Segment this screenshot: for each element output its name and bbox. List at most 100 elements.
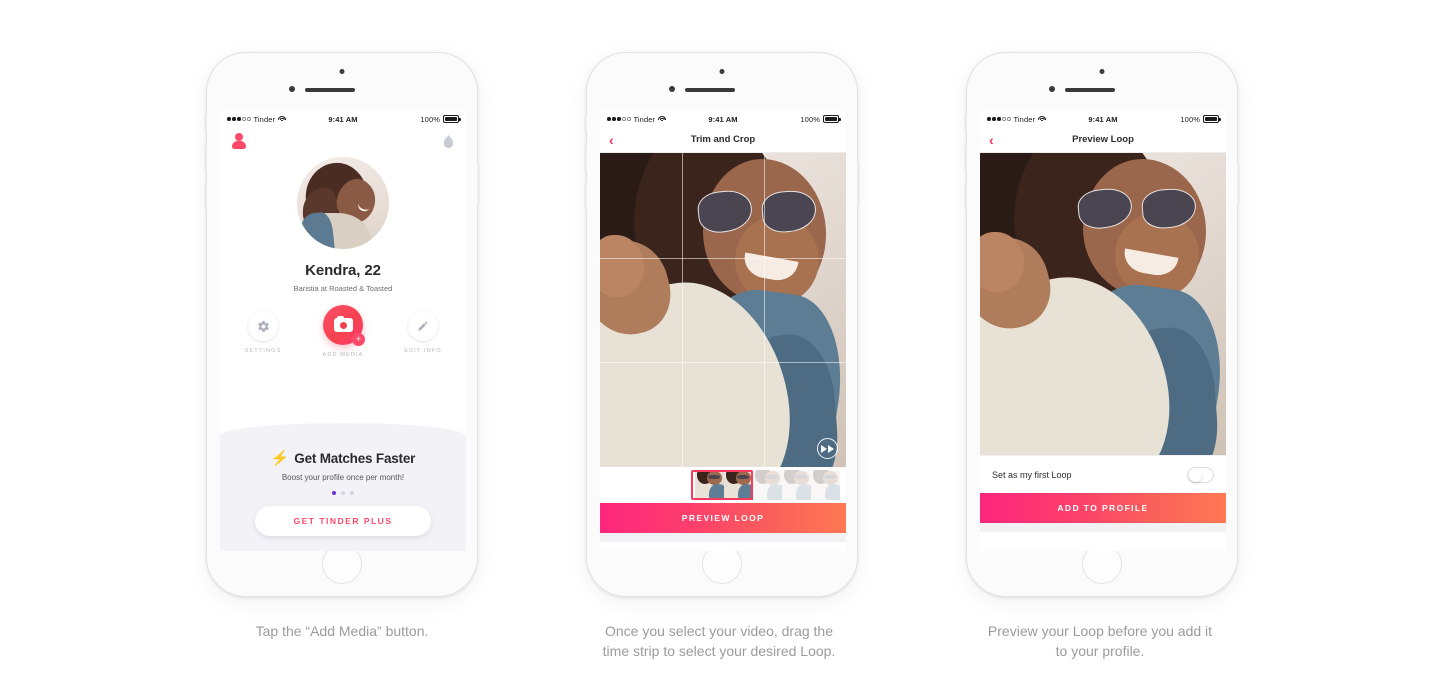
nav-bar: ‹ Preview Loop [980, 127, 1226, 153]
carousel-dot-active [332, 491, 336, 495]
carousel-dots[interactable] [332, 491, 354, 495]
filmstrip-frame[interactable] [753, 470, 782, 500]
promo-title-label: Get Matches Faster [294, 451, 416, 466]
preview-loop-button[interactable]: PREVIEW LOOP [600, 503, 846, 533]
filmstrip-frame-selected[interactable] [695, 470, 724, 500]
set-first-loop-row[interactable]: Set as my first Loop [980, 455, 1226, 493]
power-button [1237, 163, 1240, 205]
screen-profile: Tinder 9:41 AM 100% Kendra, 22 Baristia … [220, 111, 466, 551]
caption-2-line-1: Once you select your video, drag the [604, 623, 834, 639]
fast-forward-icon[interactable] [817, 438, 838, 459]
filmstrip-frame[interactable] [811, 470, 840, 500]
filmstrip[interactable] [600, 467, 846, 503]
get-tinder-plus-button[interactable]: GET TINDER PLUS [255, 506, 431, 536]
caption-2-line-2: time strip to select your desired Loop. [602, 642, 836, 659]
caption-3-line-1: Preview your Loop before you add it [987, 623, 1213, 639]
mute-switch [204, 115, 207, 131]
settings-button[interactable]: SETTINGS [234, 311, 292, 354]
bottom-spacer [600, 533, 846, 542]
proximity-sensor-icon [289, 86, 295, 92]
power-button [857, 163, 860, 205]
mute-switch [584, 115, 587, 131]
battery-percent-label: 100% [800, 114, 820, 124]
wifi-icon [278, 115, 287, 123]
carrier-label: Tinder [1013, 114, 1036, 124]
add-media-button[interactable]: + ADD MEDIA [314, 305, 372, 358]
camera-plus-icon: + [323, 305, 365, 346]
battery-percent-label: 100% [1180, 114, 1200, 124]
video-crop-preview[interactable] [600, 153, 846, 467]
status-left: Tinder [987, 115, 1088, 124]
caption-2: Once you select your video, drag the tim… [549, 622, 889, 662]
bolt-icon: ⚡ [270, 450, 290, 467]
battery-icon [1203, 115, 1221, 123]
clock-label: 9:41 AM [708, 114, 738, 124]
battery-icon [823, 115, 841, 123]
add-to-profile-button[interactable]: ADD TO PROFILE [980, 493, 1226, 523]
carousel-dot [350, 491, 354, 495]
screen-trim-crop: Tinder 9:41 AM 100% ‹ Trim and Crop PREV… [600, 111, 846, 551]
set-first-loop-label: Set as my first Loop [992, 469, 1072, 480]
carrier-label: Tinder [253, 114, 276, 124]
front-camera-icon [1099, 69, 1105, 74]
page-title: Kendra, 22 [305, 262, 381, 279]
clock-label: 9:41 AM [1088, 114, 1118, 124]
filmstrip-frames[interactable] [695, 470, 840, 500]
nav-bar: ‹ Trim and Crop [600, 127, 846, 153]
phone-top-hardware [207, 53, 477, 111]
person-icon[interactable] [232, 133, 246, 149]
profile-actions: SETTINGS + ADD MEDIA EDIT INFO [220, 305, 466, 358]
promo-title: ⚡ Get Matches Faster [270, 450, 416, 467]
status-left: Tinder [227, 115, 328, 124]
avatar-wrapper [220, 157, 466, 249]
power-button [477, 163, 480, 205]
edit-info-button[interactable]: EDIT INFO [394, 311, 452, 354]
screen-preview-loop: Tinder 9:41 AM 100% ‹ Preview Loop Set a… [980, 111, 1226, 551]
flame-icon[interactable] [443, 134, 454, 148]
status-right: 100% [738, 114, 841, 124]
pencil-icon [408, 311, 438, 341]
front-camera-icon [339, 69, 345, 74]
caption-3-line-2: to your profile. [1055, 642, 1145, 659]
signal-strength-icon [987, 117, 1011, 121]
profile-job-label: Baristia at Roasted & Toasted [293, 284, 393, 293]
settings-label: SETTINGS [244, 348, 282, 354]
wifi-icon [658, 115, 667, 123]
mockup-stage: Tinder 9:41 AM 100% Kendra, 22 Baristia … [0, 0, 1440, 692]
signal-strength-icon [227, 117, 251, 121]
status-right: 100% [358, 114, 461, 124]
avatar[interactable] [297, 157, 389, 249]
carrier-label: Tinder [633, 114, 656, 124]
battery-icon [443, 115, 461, 123]
bottom-spacer [980, 523, 1226, 532]
back-chevron-icon[interactable]: ‹ [609, 133, 614, 147]
phone-top-hardware [587, 53, 857, 111]
caption-1: Tap the “Add Media” button. [255, 623, 429, 639]
battery-percent-label: 100% [420, 114, 440, 124]
wifi-icon [1038, 115, 1047, 123]
status-bar: Tinder 9:41 AM 100% [600, 111, 846, 127]
promo-subtitle: Boost your profile once per month! [281, 473, 405, 482]
gear-icon [248, 311, 278, 341]
front-camera-icon [719, 69, 725, 74]
phone-top-hardware [967, 53, 1237, 111]
set-first-loop-toggle[interactable] [1187, 466, 1214, 483]
earpiece-speaker [305, 88, 355, 92]
status-bar: Tinder 9:41 AM 100% [220, 111, 466, 127]
phone-2-trim-crop: Tinder 9:41 AM 100% ‹ Trim and Crop PREV… [584, 52, 860, 597]
phone-1-profile: Tinder 9:41 AM 100% Kendra, 22 Baristia … [204, 52, 480, 597]
back-chevron-icon[interactable]: ‹ [989, 133, 994, 147]
proximity-sensor-icon [1049, 86, 1055, 92]
filmstrip-frame[interactable] [782, 470, 811, 500]
status-left: Tinder [607, 115, 708, 124]
proximity-sensor-icon [669, 86, 675, 92]
status-bar: Tinder 9:41 AM 100% [980, 111, 1226, 127]
nav-title: Preview Loop [1072, 134, 1134, 145]
clock-label: 9:41 AM [328, 114, 358, 124]
profile-top-bar [220, 127, 466, 155]
loop-preview[interactable] [980, 153, 1226, 455]
filmstrip-frame-selected[interactable] [724, 470, 753, 500]
plus-badge-icon: + [352, 333, 365, 346]
earpiece-speaker [685, 88, 735, 92]
earpiece-speaker [1065, 88, 1115, 92]
